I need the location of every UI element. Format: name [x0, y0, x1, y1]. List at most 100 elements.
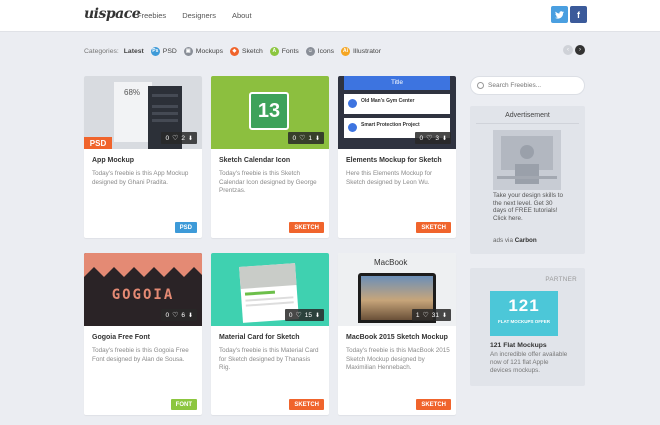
category-mockups[interactable]: ▣ Mockups	[183, 46, 223, 56]
category-icons[interactable]: ☺ Icons	[305, 46, 334, 56]
elements-item-1: Old Man's Gym Center	[361, 98, 415, 104]
prev-arrow-icon[interactable]: ‹	[563, 45, 573, 55]
mockups-icon: ▣	[183, 46, 193, 56]
tag-badge[interactable]: SKETCH	[416, 399, 451, 410]
heart-icon[interactable]: ♡	[422, 311, 428, 319]
nav-freebies[interactable]: Freebies	[137, 11, 166, 20]
icons-icon: ☺	[305, 46, 315, 56]
illustrator-icon: Ai	[341, 46, 351, 56]
heart-icon[interactable]: ♡	[299, 134, 305, 142]
download-icon[interactable]: ⬇	[442, 135, 447, 142]
tag-badge[interactable]: PSD	[174, 222, 197, 233]
tag-badge[interactable]: SKETCH	[289, 222, 324, 233]
elements-item-2: Smart Protection Project	[361, 122, 420, 128]
likes-count: 0	[165, 311, 170, 319]
freebie-card[interactable]: MacBook 1 ♡ 31 ⬇ MacBook 2015 Sketch Mocku…	[338, 253, 456, 415]
download-icon[interactable]: ⬇	[442, 312, 447, 319]
card-title[interactable]: App Mockup	[92, 157, 134, 164]
card-description: Today's freebie is this Sketch Calendar …	[219, 170, 317, 194]
search-box[interactable]	[470, 76, 585, 95]
partner-description: An incredible offer available now of 121…	[490, 351, 568, 374]
card-thumbnail[interactable]: Title Old Man's Gym Center Smart Protect…	[338, 76, 456, 149]
heart-icon[interactable]: ♡	[295, 311, 301, 319]
card-thumbnail[interactable]: MacBook 1 ♡ 31 ⬇	[338, 253, 456, 326]
ad-heading: Advertisement	[505, 112, 550, 119]
font-preview-word: GOGOIA	[111, 287, 175, 303]
likes-count: 0	[288, 311, 293, 319]
freebie-card[interactable]: 0 ♡ 15 ⬇ Material Card for Sketch Today's …	[211, 253, 329, 415]
card-thumbnail[interactable]: 68% PSD 0 ♡ 2 ⬇	[84, 76, 202, 149]
heart-icon[interactable]: ♡	[426, 134, 432, 142]
category-fonts-label: Fonts	[281, 47, 299, 55]
card-stats: 0 ♡ 1 ⬇	[288, 132, 324, 144]
twitter-icon[interactable]	[551, 6, 568, 23]
download-icon[interactable]: ⬇	[188, 135, 193, 142]
category-latest[interactable]: Latest	[124, 48, 144, 55]
category-sketch-label: Sketch	[241, 47, 263, 55]
likes-count: 1	[415, 311, 420, 319]
tag-badge[interactable]: SKETCH	[289, 399, 324, 410]
card-stats: 0 ♡ 15 ⬇	[284, 309, 324, 321]
next-arrow-icon[interactable]: ›	[575, 45, 585, 55]
nav-about[interactable]: About	[232, 11, 252, 20]
card-title[interactable]: Material Card for Sketch	[219, 334, 300, 341]
card-title[interactable]: Sketch Calendar Icon	[219, 157, 290, 164]
download-icon[interactable]: ⬇	[315, 312, 320, 319]
download-icon[interactable]: ⬇	[188, 312, 193, 319]
downloads-count: 2	[181, 134, 185, 142]
partner-label: PARTNER	[545, 276, 577, 283]
category-bar: Categories: Latest Ps PSD ▣ Mockups ◆ Sketc…	[84, 45, 388, 57]
card-stats: 0 ♡ 6 ⬇	[161, 309, 197, 321]
card-title[interactable]: MacBook 2015 Sketch Mockup	[346, 334, 448, 341]
partner-badge[interactable]: 121 FLAT MOCKUPS OFFER	[490, 291, 558, 336]
category-psd[interactable]: Ps PSD	[150, 46, 177, 56]
category-sketch[interactable]: ◆ Sketch	[229, 46, 263, 56]
freebie-card[interactable]: GOGOIA 0 ♡ 6 ⬇ Gogoia Free Font Today's fr…	[84, 253, 202, 415]
category-mockups-label: Mockups	[195, 47, 223, 55]
partner-title[interactable]: 121 Flat Mockups	[490, 342, 547, 349]
card-title[interactable]: Gogoia Free Font	[92, 334, 150, 341]
card-thumbnail[interactable]: 0 ♡ 15 ⬇	[211, 253, 329, 326]
partner-subtitle: FLAT MOCKUPS OFFER	[498, 319, 550, 324]
category-latest-label: Latest	[123, 47, 144, 55]
ads-via-label: ads via	[493, 237, 513, 244]
download-icon[interactable]: ⬇	[315, 135, 320, 142]
ads-via-brand[interactable]: Carbon	[515, 237, 537, 244]
ad-image[interactable]	[493, 130, 561, 190]
search-input[interactable]	[488, 82, 578, 89]
card-thumbnail[interactable]: GOGOIA 0 ♡ 6 ⬇	[84, 253, 202, 326]
partner-box: PARTNER 121 FLAT MOCKUPS OFFER 121 Flat …	[470, 268, 585, 386]
psd-icon: Ps	[150, 46, 160, 56]
card-stats: 0 ♡ 2 ⬇	[161, 132, 197, 144]
card-description: Today's freebie is this Gogoia Free Font…	[92, 347, 189, 363]
category-fonts[interactable]: A Fonts	[269, 46, 299, 56]
fonts-icon: A	[269, 46, 279, 56]
category-illustrator[interactable]: Ai Illustrator	[341, 46, 381, 56]
heart-icon[interactable]: ♡	[172, 134, 178, 142]
nav-designers[interactable]: Designers	[182, 11, 216, 20]
freebie-card[interactable]: 13 0 ♡ 1 ⬇ Sketch Calendar Icon Today's fr…	[211, 76, 329, 238]
downloads-count: 1	[308, 134, 312, 142]
tag-badge[interactable]: SKETCH	[416, 222, 451, 233]
heart-icon[interactable]: ♡	[172, 311, 178, 319]
card-thumbnail[interactable]: 13 0 ♡ 1 ⬇	[211, 76, 329, 149]
site-logo[interactable]: uispace	[84, 6, 141, 22]
psd-badge: PSD	[84, 137, 112, 149]
categories-label: Categories:	[84, 47, 119, 55]
facebook-icon[interactable]: f	[570, 6, 587, 23]
ad-divider	[476, 123, 579, 124]
likes-count: 0	[292, 134, 297, 142]
elements-row: Old Man's Gym Center	[344, 94, 450, 114]
downloads-count: 6	[181, 311, 185, 319]
category-psd-label: PSD	[162, 47, 177, 55]
top-header: uispace Freebies Designers About f	[0, 0, 660, 32]
main-nav: Freebies Designers About	[137, 11, 252, 20]
calendar-icon: 13	[249, 92, 289, 130]
ad-text[interactable]: Take your design skills to the next leve…	[493, 192, 565, 222]
ads-via: ads via Carbon	[493, 237, 537, 244]
freebie-card[interactable]: Title Old Man's Gym Center Smart Protect…	[338, 76, 456, 238]
macbook-label-text: MacBook	[374, 258, 408, 267]
tag-badge[interactable]: FONT	[170, 399, 197, 410]
card-title[interactable]: Elements Mockup for Sketch	[346, 157, 442, 164]
freebie-card[interactable]: 68% PSD 0 ♡ 2 ⬇ App Mockup Today's freebie…	[84, 76, 202, 238]
